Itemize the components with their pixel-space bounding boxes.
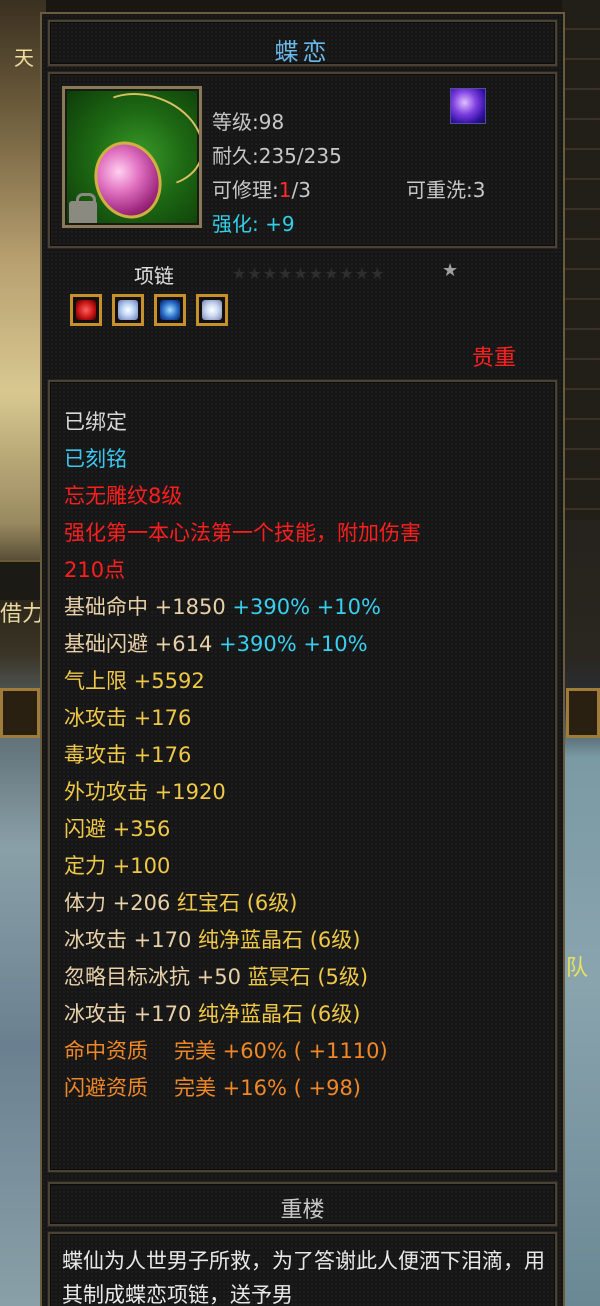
- necklace-item-icon: [62, 86, 202, 228]
- stat-gem-ruby-value: 体力 +206: [64, 891, 178, 915]
- stat-base-hit-bonus: +390% +10%: [225, 595, 381, 619]
- repair-label: 可修理:: [212, 178, 279, 202]
- swirl-icon: [450, 88, 486, 124]
- background-frame-right: [566, 688, 600, 738]
- item-durability: 耐久:235/235: [212, 144, 342, 168]
- white-gem-icon: [118, 300, 138, 320]
- item-rewash: 可重洗:3: [406, 178, 486, 202]
- stat-gem-blue-nether-name: 蓝冥石 (5级): [247, 965, 369, 989]
- item-title-bar: 蝶恋: [48, 20, 557, 66]
- item-enhance: 强化: +9: [212, 208, 295, 237]
- item-rarity: 贵重: [472, 346, 517, 371]
- stat-poison-attack: 毒攻击 +176: [64, 743, 192, 767]
- repair-used: 1: [278, 178, 292, 202]
- stat-gem-blue-crystal: 冰攻击 +170 纯净蓝晶石 (6级): [64, 924, 360, 954]
- background-label-jieli: 借力: [0, 602, 45, 627]
- stat-hit-aptitude: 命中资质 完美 +60% ( +1110): [64, 1035, 388, 1065]
- enhance-text: 强化: +9: [212, 212, 295, 236]
- item-level: 等级:98: [212, 110, 285, 134]
- stat-gem-ruby-name: 红宝石 (6级): [177, 891, 298, 915]
- socket-red-gem: [70, 294, 102, 326]
- stat-base-hit: 基础命中 +1850 +390% +10%: [64, 591, 381, 621]
- stat-ice-attack: 冰攻击 +176: [64, 706, 192, 730]
- socket-white-gem-2: [196, 294, 228, 326]
- stat-gem-blue-nether: 忽略目标冰抗 +50 蓝冥石 (5级): [64, 961, 368, 991]
- item-repair: 可修理:1/3: [212, 174, 311, 203]
- stat-carving: 忘无雕纹8级: [64, 484, 183, 508]
- description-title-bar: 重楼: [48, 1182, 557, 1226]
- socket-blue-gem: [154, 294, 186, 326]
- item-header: 等级:98 耐久:235/235 可修理:1/3 可重洗:3 强化: +9: [48, 72, 557, 248]
- lock-icon: [69, 193, 97, 223]
- white-gem-icon: [202, 300, 222, 320]
- stat-skill-bonus: 强化第一本心法第一个技能，附加伤害: [64, 521, 421, 545]
- background-frame-left: [0, 688, 40, 738]
- stat-dodge: 闪避 +356: [64, 817, 171, 841]
- background-label-dui: 队: [566, 956, 589, 981]
- stat-base-dodge-bonus: +390% +10%: [212, 632, 368, 656]
- stat-dodge-aptitude-value: 完美 +16% ( +98): [174, 1076, 362, 1100]
- stat-hit-aptitude-value: 完美 +60% ( +1110): [174, 1039, 388, 1063]
- description-title: 重楼: [280, 1198, 325, 1223]
- stat-gem-blue-crystal-2: 冰攻击 +170 纯净蓝晶石 (6级): [64, 998, 360, 1028]
- repair-total: /3: [291, 178, 311, 202]
- socket-white-gem: [112, 294, 144, 326]
- stat-composure: 定力 +100: [64, 854, 171, 878]
- item-tooltip: 蝶恋 等级:98 耐久:235/235 可修理:1/3 可重洗:3 强化: +9…: [40, 12, 565, 1306]
- stat-bound: 已绑定: [64, 410, 127, 434]
- blue-gem-icon: [160, 300, 180, 320]
- description-box: 蝶仙为人世男子所救，为了答谢此人便洒下泪滴，用其制成蝶恋项链，送予男: [48, 1232, 557, 1306]
- background-panel-right: [562, 0, 600, 520]
- stat-base-hit-value: 基础命中 +1850: [64, 595, 226, 619]
- stat-dodge-aptitude: 闪避资质 完美 +16% ( +98): [64, 1072, 361, 1102]
- stat-gem-blue-crystal-2-name: 纯净蓝晶石 (6级): [198, 1002, 361, 1026]
- stat-base-dodge-value: 基础闪避 +614: [64, 632, 213, 656]
- background-label-tian: 天: [14, 46, 34, 70]
- red-gem-icon: [76, 300, 96, 320]
- stat-gem-blue-crystal-value: 冰攻击 +170: [64, 928, 199, 952]
- item-type: 项链: [134, 264, 174, 288]
- stat-gem-blue-crystal-2-value: 冰攻击 +170: [64, 1002, 199, 1026]
- stat-engraved: 已刻铭: [64, 447, 127, 471]
- stat-gem-blue-nether-value: 忽略目标冰抗 +50: [64, 965, 248, 989]
- stat-skill-bonus-value: 210点: [64, 558, 126, 582]
- description-text: 蝶仙为人世男子所救，为了答谢此人便洒下泪滴，用其制成蝶恋项链，送予男: [62, 1249, 545, 1306]
- star-icon: ★: [442, 260, 459, 281]
- stat-gem-blue-crystal-name: 纯净蓝晶石 (6级): [198, 928, 361, 952]
- star-rating-empty: ★★★★★★★★★★: [232, 264, 386, 283]
- stat-dodge-aptitude-label: 闪避资质: [64, 1076, 148, 1100]
- item-stats: 已绑定 已刻铭 忘无雕纹8级 强化第一本心法第一个技能，附加伤害 210点 基础…: [48, 380, 557, 1172]
- stat-qi-max: 气上限 +5592: [64, 669, 205, 693]
- stat-base-dodge: 基础闪避 +614 +390% +10%: [64, 628, 368, 658]
- item-name: 蝶恋: [274, 38, 331, 66]
- stat-external-attack: 外功攻击 +1920: [64, 780, 226, 804]
- stat-gem-ruby: 体力 +206 红宝石 (6级): [64, 887, 297, 917]
- stat-hit-aptitude-label: 命中资质: [64, 1039, 148, 1063]
